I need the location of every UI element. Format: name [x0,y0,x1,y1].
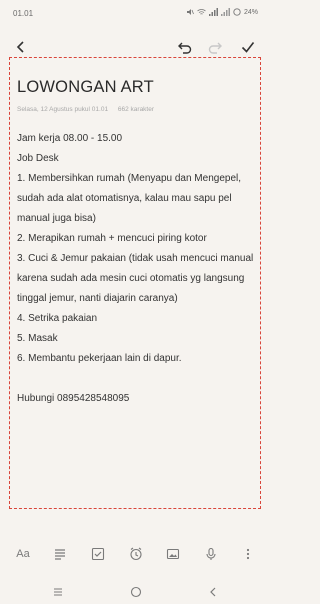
system-back-button[interactable] [201,582,225,602]
undo-icon [178,42,192,54]
checklist-button[interactable] [86,542,110,566]
insert-image-button[interactable] [161,542,185,566]
signal-icon-2 [220,8,230,16]
recent-apps-button[interactable] [46,582,70,602]
reminder-button[interactable] [124,542,148,566]
microphone-icon [206,547,216,560]
menu-lines-icon [54,588,62,596]
checkbox-icon [91,547,105,561]
status-icons: 24% [186,8,258,16]
note-line: 3. Cuci & Jemur pakaian (tidak usah menc… [17,253,254,264]
bottom-toolbar: Aa [0,542,272,568]
redo-icon [208,42,222,54]
paragraph-button[interactable] [48,542,72,566]
note-date: Selasa, 12 Agustus pukul 01.01 [17,106,109,113]
more-options-button[interactable] [236,542,260,566]
note-line: sudah ada alat otomatisnya, kalau mau sa… [17,193,232,204]
text-format-label: Aa [16,548,30,560]
note-line: manual juga bisa) [17,213,96,224]
alarm-clock-icon [130,547,142,561]
note-body[interactable]: Jam kerja 08.00 - 15.00 Job Desk 1. Memb… [17,129,257,409]
note-line: 6. Membantu pekerjaan lain di dapur. [17,353,182,364]
home-button[interactable] [124,582,148,602]
battery-icon [233,8,241,16]
wifi-icon [197,9,206,15]
home-circle-icon [130,586,142,598]
note-line: Job Desk [17,153,59,164]
status-time: 01.01 [13,9,34,18]
note-line: tinggal jemur, nanti diajarin caranya) [17,293,178,304]
more-vertical-icon [246,548,250,560]
chevron-left-icon [16,41,24,53]
battery-percent: 24% [243,8,258,16]
note-char-count: 662 karakter [117,106,155,113]
note-line: 2. Merapikan rumah + mencuci piring koto… [17,233,207,244]
status-bar: 01.01 24% [0,0,272,28]
text-format-button[interactable]: Aa [11,542,35,566]
chevron-left-icon [210,587,216,597]
note-line: Jam kerja 08.00 - 15.00 [17,133,123,144]
align-left-icon [55,549,65,560]
mute-icon [186,9,194,15]
signal-icon [208,8,218,16]
note-line: 5. Masak [17,333,58,344]
note-title[interactable]: LOWONGAN ART [17,78,154,97]
note-line: karena sudah ada mesin cuci otomatis yg … [17,273,245,284]
check-icon [241,42,255,53]
note-blank-line [17,369,257,389]
voice-input-button[interactable] [199,542,223,566]
system-nav-bar [0,578,272,604]
image-icon [166,548,180,560]
note-meta: Selasa, 12 Agustus pukul 01.01 662 karak… [17,106,154,113]
note-line: 4. Setrika pakaian [17,313,98,324]
note-line: 1. Membersihkan rumah (Menyapu dan Menge… [17,173,242,184]
note-line: Hubungi 0895428548095 [17,393,130,404]
